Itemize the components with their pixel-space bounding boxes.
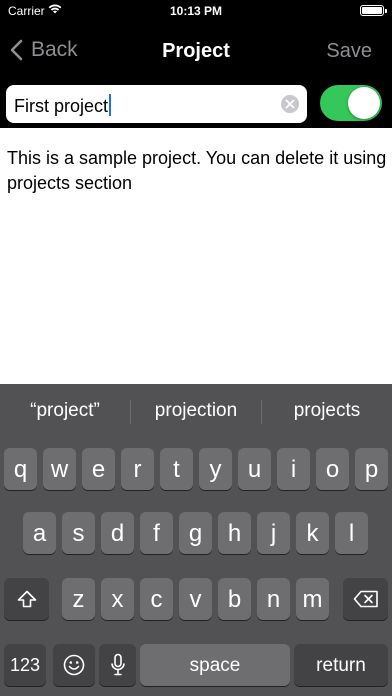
- navigation-bar: Back Project Save: [0, 22, 392, 82]
- key-k[interactable]: k: [296, 512, 329, 554]
- backspace-icon: [343, 578, 388, 620]
- microphone-icon: [99, 644, 136, 686]
- dictation-key[interactable]: [99, 644, 136, 686]
- key-m[interactable]: m: [296, 578, 329, 620]
- key-c[interactable]: c: [140, 578, 173, 620]
- key-g[interactable]: g: [179, 512, 212, 554]
- key-p[interactable]: p: [355, 448, 388, 490]
- status-time: 10:13 PM: [169, 4, 223, 18]
- suggestion-item[interactable]: projection: [131, 400, 261, 422]
- save-button[interactable]: Save: [326, 40, 372, 63]
- suggestion-bar: “project” projection projects: [0, 384, 392, 438]
- key-a[interactable]: a: [23, 512, 56, 554]
- return-key[interactable]: return: [294, 644, 388, 686]
- key-h[interactable]: h: [218, 512, 251, 554]
- text-cursor: [109, 94, 112, 116]
- key-l[interactable]: l: [335, 512, 368, 554]
- key-b[interactable]: b: [218, 578, 251, 620]
- delete-key[interactable]: [343, 578, 388, 620]
- key-d[interactable]: d: [101, 512, 134, 554]
- suggestion-item[interactable]: projects: [262, 400, 392, 422]
- project-enabled-toggle[interactable]: [320, 85, 382, 121]
- emoji-icon: [53, 644, 95, 686]
- key-t[interactable]: t: [160, 448, 193, 490]
- key-f[interactable]: f: [140, 512, 173, 554]
- key-y[interactable]: y: [199, 448, 232, 490]
- project-description: This is a sample project. You can delete…: [7, 148, 387, 193]
- battery-icon: [360, 5, 387, 16]
- project-description-area[interactable]: This is a sample project. You can delete…: [0, 128, 392, 384]
- key-q[interactable]: q: [4, 448, 37, 490]
- on-screen-keyboard: “project” projection projects q w e r t …: [0, 384, 392, 696]
- numbers-key[interactable]: 123: [4, 644, 46, 686]
- key-j[interactable]: j: [257, 512, 290, 554]
- suggestion-item[interactable]: “project”: [0, 400, 130, 422]
- key-x[interactable]: x: [101, 578, 134, 620]
- project-header-row: First project: [0, 82, 392, 128]
- key-w[interactable]: w: [43, 448, 76, 490]
- status-bar: Carrier 10:13 PM: [0, 0, 392, 22]
- toggle-knob: [348, 87, 380, 119]
- project-title-field[interactable]: First project: [6, 85, 307, 123]
- key-v[interactable]: v: [179, 578, 212, 620]
- project-title-value: First project: [14, 96, 109, 116]
- key-e[interactable]: e: [82, 448, 115, 490]
- key-n[interactable]: n: [257, 578, 290, 620]
- key-o[interactable]: o: [316, 448, 349, 490]
- key-z[interactable]: z: [62, 578, 95, 620]
- emoji-key[interactable]: [53, 644, 95, 686]
- shift-icon: [4, 578, 49, 620]
- space-key[interactable]: space: [140, 644, 290, 686]
- shift-key[interactable]: [4, 578, 49, 620]
- key-u[interactable]: u: [238, 448, 271, 490]
- key-s[interactable]: s: [62, 512, 95, 554]
- key-i[interactable]: i: [277, 448, 310, 490]
- clear-text-icon[interactable]: [281, 95, 299, 113]
- key-r[interactable]: r: [121, 448, 154, 490]
